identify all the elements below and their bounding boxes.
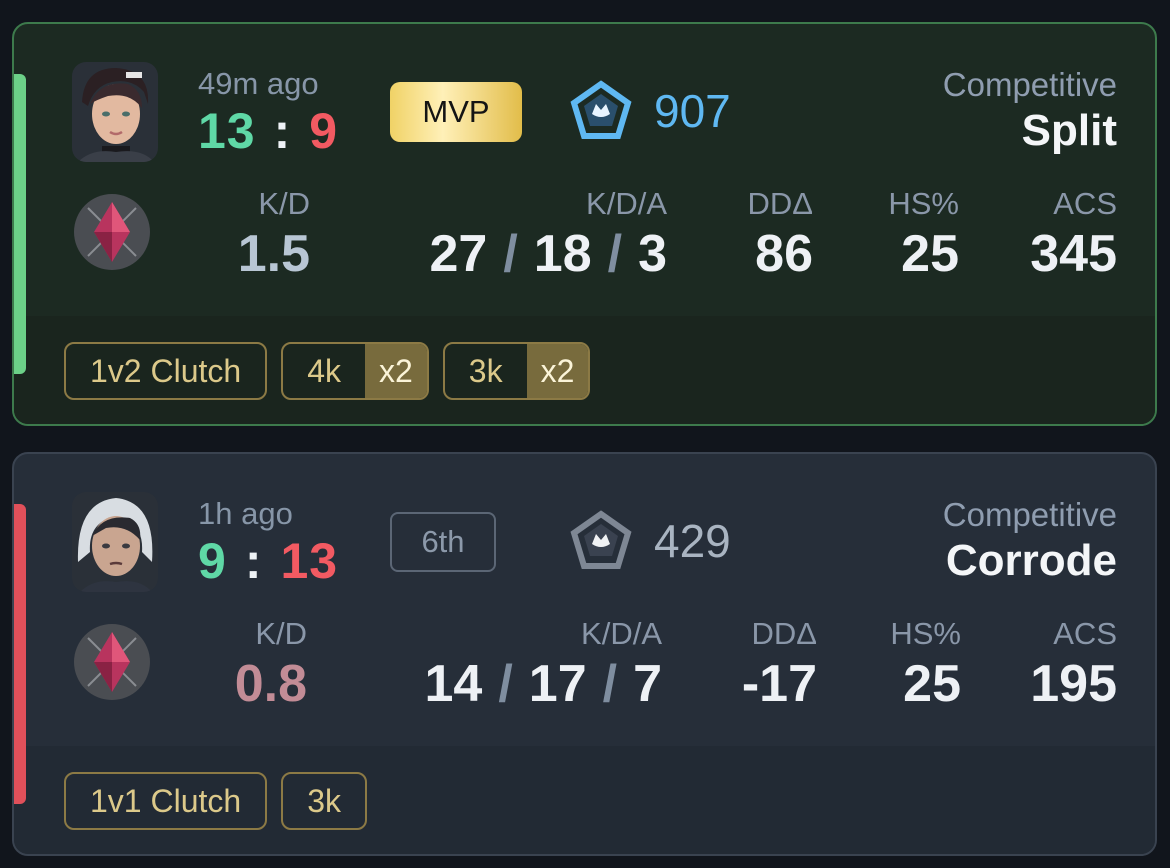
kda-label: K/D/A: [586, 186, 667, 221]
badge-multiplier: x2: [364, 344, 427, 398]
kda-label: K/D/A: [581, 616, 662, 651]
game-mode: Competitive: [942, 496, 1117, 533]
acs-value: 345: [1030, 225, 1117, 283]
placement-badge: 6th: [390, 512, 496, 572]
kd-value: 0.8: [234, 655, 307, 713]
hs-value: 25: [903, 655, 961, 713]
kd-label: K/D: [255, 616, 307, 651]
clutch-badge: 1v1 Clutch: [64, 772, 268, 830]
dd-value: 86: [755, 225, 813, 283]
deaths-value: 18: [533, 225, 592, 283]
badge-text: 4k: [307, 353, 341, 389]
kda-value: 27 / 18 / 3: [429, 224, 667, 284]
enemy-score: 13: [280, 533, 339, 589]
match-card[interactable]: 1h ago 9:13 6th 429 Competitive Corrode …: [12, 452, 1157, 856]
match-card[interactable]: 49m ago 13:9 MVP 907 Competitive Split K…: [12, 22, 1157, 426]
hs-value: 25: [901, 225, 959, 283]
badge-text: 3k: [307, 783, 341, 819]
match-score: 9:13: [198, 532, 338, 590]
mvp-badge: MVP: [390, 82, 522, 142]
badge-multiplier: x2: [526, 344, 589, 398]
kda-slash: /: [503, 225, 518, 283]
score-separator: :: [273, 103, 292, 159]
multikill-badge: 3k x2: [442, 342, 591, 400]
assists-value: 3: [638, 225, 667, 283]
agent-portrait-icon: [72, 492, 158, 592]
kills-value: 14: [424, 655, 483, 713]
deaths-value: 17: [528, 655, 587, 713]
dd-value: -17: [741, 655, 817, 713]
role-diamond-icon: [72, 622, 152, 702]
dd-label: DDΔ: [751, 616, 817, 651]
rank-emblem-icon: [570, 510, 632, 572]
agent-portrait-icon: [72, 62, 158, 162]
match-time: 1h ago: [198, 496, 293, 531]
kda-slash: /: [607, 225, 623, 283]
kda-slash: /: [602, 655, 618, 713]
multikill-badge: 4k x2: [281, 342, 429, 400]
acs-label: ACS: [1053, 616, 1117, 651]
loss-indicator-bar: [14, 504, 26, 804]
highlight-badges: 1v2 Clutch 4k x2 3k x2: [64, 342, 591, 400]
kda-slash: /: [498, 655, 513, 713]
kills-value: 27: [429, 225, 488, 283]
rank-emblem-icon: [570, 80, 632, 142]
rank-rating: 429: [654, 515, 731, 567]
kda-value: 14 / 17 / 7: [424, 654, 662, 714]
assists-value: 7: [633, 655, 662, 713]
kd-value: 1.5: [237, 225, 310, 283]
win-indicator-bar: [14, 74, 26, 374]
match-time: 49m ago: [198, 66, 319, 101]
multikill-badge: 3k: [281, 772, 367, 830]
hs-label: HS%: [888, 186, 959, 221]
badge-text: 1v2 Clutch: [90, 353, 242, 389]
dd-label: DDΔ: [747, 186, 813, 221]
score-separator: :: [244, 533, 263, 589]
map-name: Corrode: [945, 536, 1117, 585]
badge-text: 1v1 Clutch: [90, 783, 242, 819]
clutch-badge: 1v2 Clutch: [64, 342, 268, 400]
acs-value: 195: [1030, 655, 1117, 713]
rank-rating: 907: [654, 85, 731, 137]
match-score: 13:9: [198, 102, 338, 160]
kd-label: K/D: [258, 186, 310, 221]
acs-label: ACS: [1053, 186, 1117, 221]
team-score: 13: [198, 103, 256, 159]
map-name: Split: [1021, 106, 1117, 155]
enemy-score: 9: [309, 103, 339, 159]
game-mode: Competitive: [942, 66, 1117, 103]
team-score: 9: [198, 533, 227, 589]
hs-label: HS%: [890, 616, 961, 651]
role-diamond-icon: [72, 192, 152, 272]
highlight-badges: 1v1 Clutch 3k: [64, 772, 367, 830]
badge-text: 3k: [468, 353, 503, 389]
